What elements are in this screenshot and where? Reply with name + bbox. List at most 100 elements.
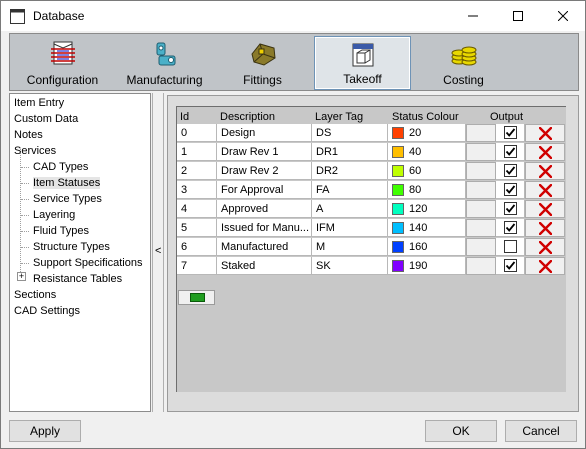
delete-row-button[interactable] (525, 143, 565, 161)
tree-item-fluid-types[interactable]: Fluid Types (33, 223, 89, 239)
colour-picker-button[interactable] (466, 200, 496, 218)
cell-status-colour[interactable]: 120 (388, 200, 466, 218)
table-row[interactable]: 1 Draw Rev 1 DR1 40 (177, 143, 567, 162)
output-checkbox[interactable] (504, 259, 517, 272)
cell-description[interactable]: Draw Rev 1 (217, 143, 312, 161)
cell-status-colour[interactable]: 60 (388, 162, 466, 180)
manufacturing-tab[interactable]: Manufacturing (116, 36, 213, 90)
expand-resistance-tables-button[interactable]: + (17, 272, 26, 281)
close-button[interactable] (540, 1, 585, 31)
delete-row-button[interactable] (525, 257, 565, 275)
cell-id[interactable]: 6 (177, 238, 217, 256)
cell-layer-tag[interactable]: DS (312, 124, 388, 142)
cell-id[interactable]: 3 (177, 181, 217, 199)
minimize-button[interactable] (450, 1, 495, 31)
cell-status-colour[interactable]: 140 (388, 219, 466, 237)
tree-item-notes[interactable]: Notes (14, 127, 43, 143)
colour-picker-button[interactable] (466, 219, 496, 237)
ok-button[interactable]: OK (425, 420, 497, 442)
checkmark-icon (505, 166, 516, 175)
configuration-tab-label: Configuration (26, 73, 99, 87)
cell-description[interactable]: Staked (217, 257, 312, 275)
colour-picker-button[interactable] (466, 143, 496, 161)
tree-item-services[interactable]: Services (14, 143, 56, 159)
colour-picker-button[interactable] (466, 124, 496, 142)
table-row[interactable]: 7 Staked SK 190 (177, 257, 567, 276)
tree-item-resistance-tables[interactable]: Resistance Tables (33, 271, 122, 287)
tree-item-item-statuses[interactable]: Item Statuses (33, 175, 101, 191)
maximize-button[interactable] (495, 1, 540, 31)
delete-row-button[interactable] (525, 181, 565, 199)
table-row[interactable]: 4 Approved A 120 (177, 200, 567, 219)
output-checkbox[interactable] (504, 126, 517, 139)
cell-description[interactable]: Approved (217, 200, 312, 218)
cell-description[interactable]: For Approval (217, 181, 312, 199)
output-checkbox[interactable] (504, 183, 517, 196)
colour-picker-button[interactable] (466, 181, 496, 199)
cell-id[interactable]: 7 (177, 257, 217, 275)
tree-item-service-types[interactable]: Service Types (33, 191, 102, 207)
cell-status-colour[interactable]: 40 (388, 143, 466, 161)
delete-row-button[interactable] (525, 238, 565, 256)
tree-item-custom-data[interactable]: Custom Data (14, 111, 78, 127)
delete-row-button[interactable] (525, 162, 565, 180)
cell-description[interactable]: Manufactured (217, 238, 312, 256)
tree-item-layering[interactable]: Layering (33, 207, 75, 223)
output-checkbox[interactable] (504, 221, 517, 234)
output-checkbox[interactable] (504, 240, 517, 253)
cell-layer-tag[interactable]: FA (312, 181, 388, 199)
cell-id[interactable]: 1 (177, 143, 217, 161)
cancel-button[interactable]: Cancel (505, 420, 577, 442)
table-row[interactable]: 0 Design DS 20 (177, 124, 567, 143)
cell-id[interactable]: 5 (177, 219, 217, 237)
cell-description[interactable]: Issued for Manu... (217, 219, 312, 237)
tree-item-support-specifications[interactable]: Support Specifications (33, 255, 142, 271)
tree-item-cad-types[interactable]: CAD Types (33, 159, 88, 175)
takeoff-tab-label: Takeoff (343, 72, 382, 86)
collapse-panel-splitter[interactable]: < (152, 93, 164, 412)
table-row[interactable]: 3 For Approval FA 80 (177, 181, 567, 200)
colour-picker-button[interactable] (466, 162, 496, 180)
tree-item-cad-settings[interactable]: CAD Settings (14, 303, 80, 319)
costing-tab[interactable]: Costing (415, 36, 512, 90)
colour-picker-button[interactable] (466, 238, 496, 256)
status-colour-number: 120 (409, 203, 428, 215)
tree-item-label: Item Entry (14, 97, 65, 109)
tree-item-sections[interactable]: Sections (14, 287, 56, 303)
cell-layer-tag[interactable]: A (312, 200, 388, 218)
delete-row-button[interactable] (525, 200, 565, 218)
fittings-tab[interactable]: Fittings (214, 36, 311, 90)
cell-layer-tag[interactable]: M (312, 238, 388, 256)
takeoff-tab[interactable]: Takeoff (314, 36, 411, 90)
delete-row-button[interactable] (525, 219, 565, 237)
apply-button[interactable]: Apply (9, 420, 81, 442)
cell-output (496, 219, 525, 237)
cell-id[interactable]: 2 (177, 162, 217, 180)
cell-id[interactable]: 4 (177, 200, 217, 218)
cell-description[interactable]: Draw Rev 2 (217, 162, 312, 180)
cell-status-colour[interactable]: 190 (388, 257, 466, 275)
cell-status-colour[interactable]: 160 (388, 238, 466, 256)
delete-row-button[interactable] (525, 124, 565, 142)
database-tree[interactable]: Item Entry Custom Data Notes Services CA… (9, 93, 151, 412)
cell-id[interactable]: 0 (177, 124, 217, 142)
cell-status-colour[interactable]: 80 (388, 181, 466, 199)
cell-description[interactable]: Design (217, 124, 312, 142)
cell-layer-tag[interactable]: SK (312, 257, 388, 275)
output-checkbox[interactable] (504, 202, 517, 215)
cell-status-colour[interactable]: 20 (388, 124, 466, 142)
colour-picker-button[interactable] (466, 257, 496, 275)
configuration-tab[interactable]: Configuration (14, 36, 111, 90)
cell-output (496, 162, 525, 180)
table-row[interactable]: 6 Manufactured M 160 (177, 238, 567, 257)
tree-item-item-entry[interactable]: Item Entry (14, 95, 64, 111)
table-row[interactable]: 2 Draw Rev 2 DR2 60 (177, 162, 567, 181)
add-status-button[interactable] (178, 290, 215, 305)
output-checkbox[interactable] (504, 164, 517, 177)
cell-layer-tag[interactable]: DR1 (312, 143, 388, 161)
table-row[interactable]: 5 Issued for Manu... IFM 140 (177, 219, 567, 238)
cell-layer-tag[interactable]: IFM (312, 219, 388, 237)
output-checkbox[interactable] (504, 145, 517, 158)
cell-layer-tag[interactable]: DR2 (312, 162, 388, 180)
tree-item-structure-types[interactable]: Structure Types (33, 239, 110, 255)
